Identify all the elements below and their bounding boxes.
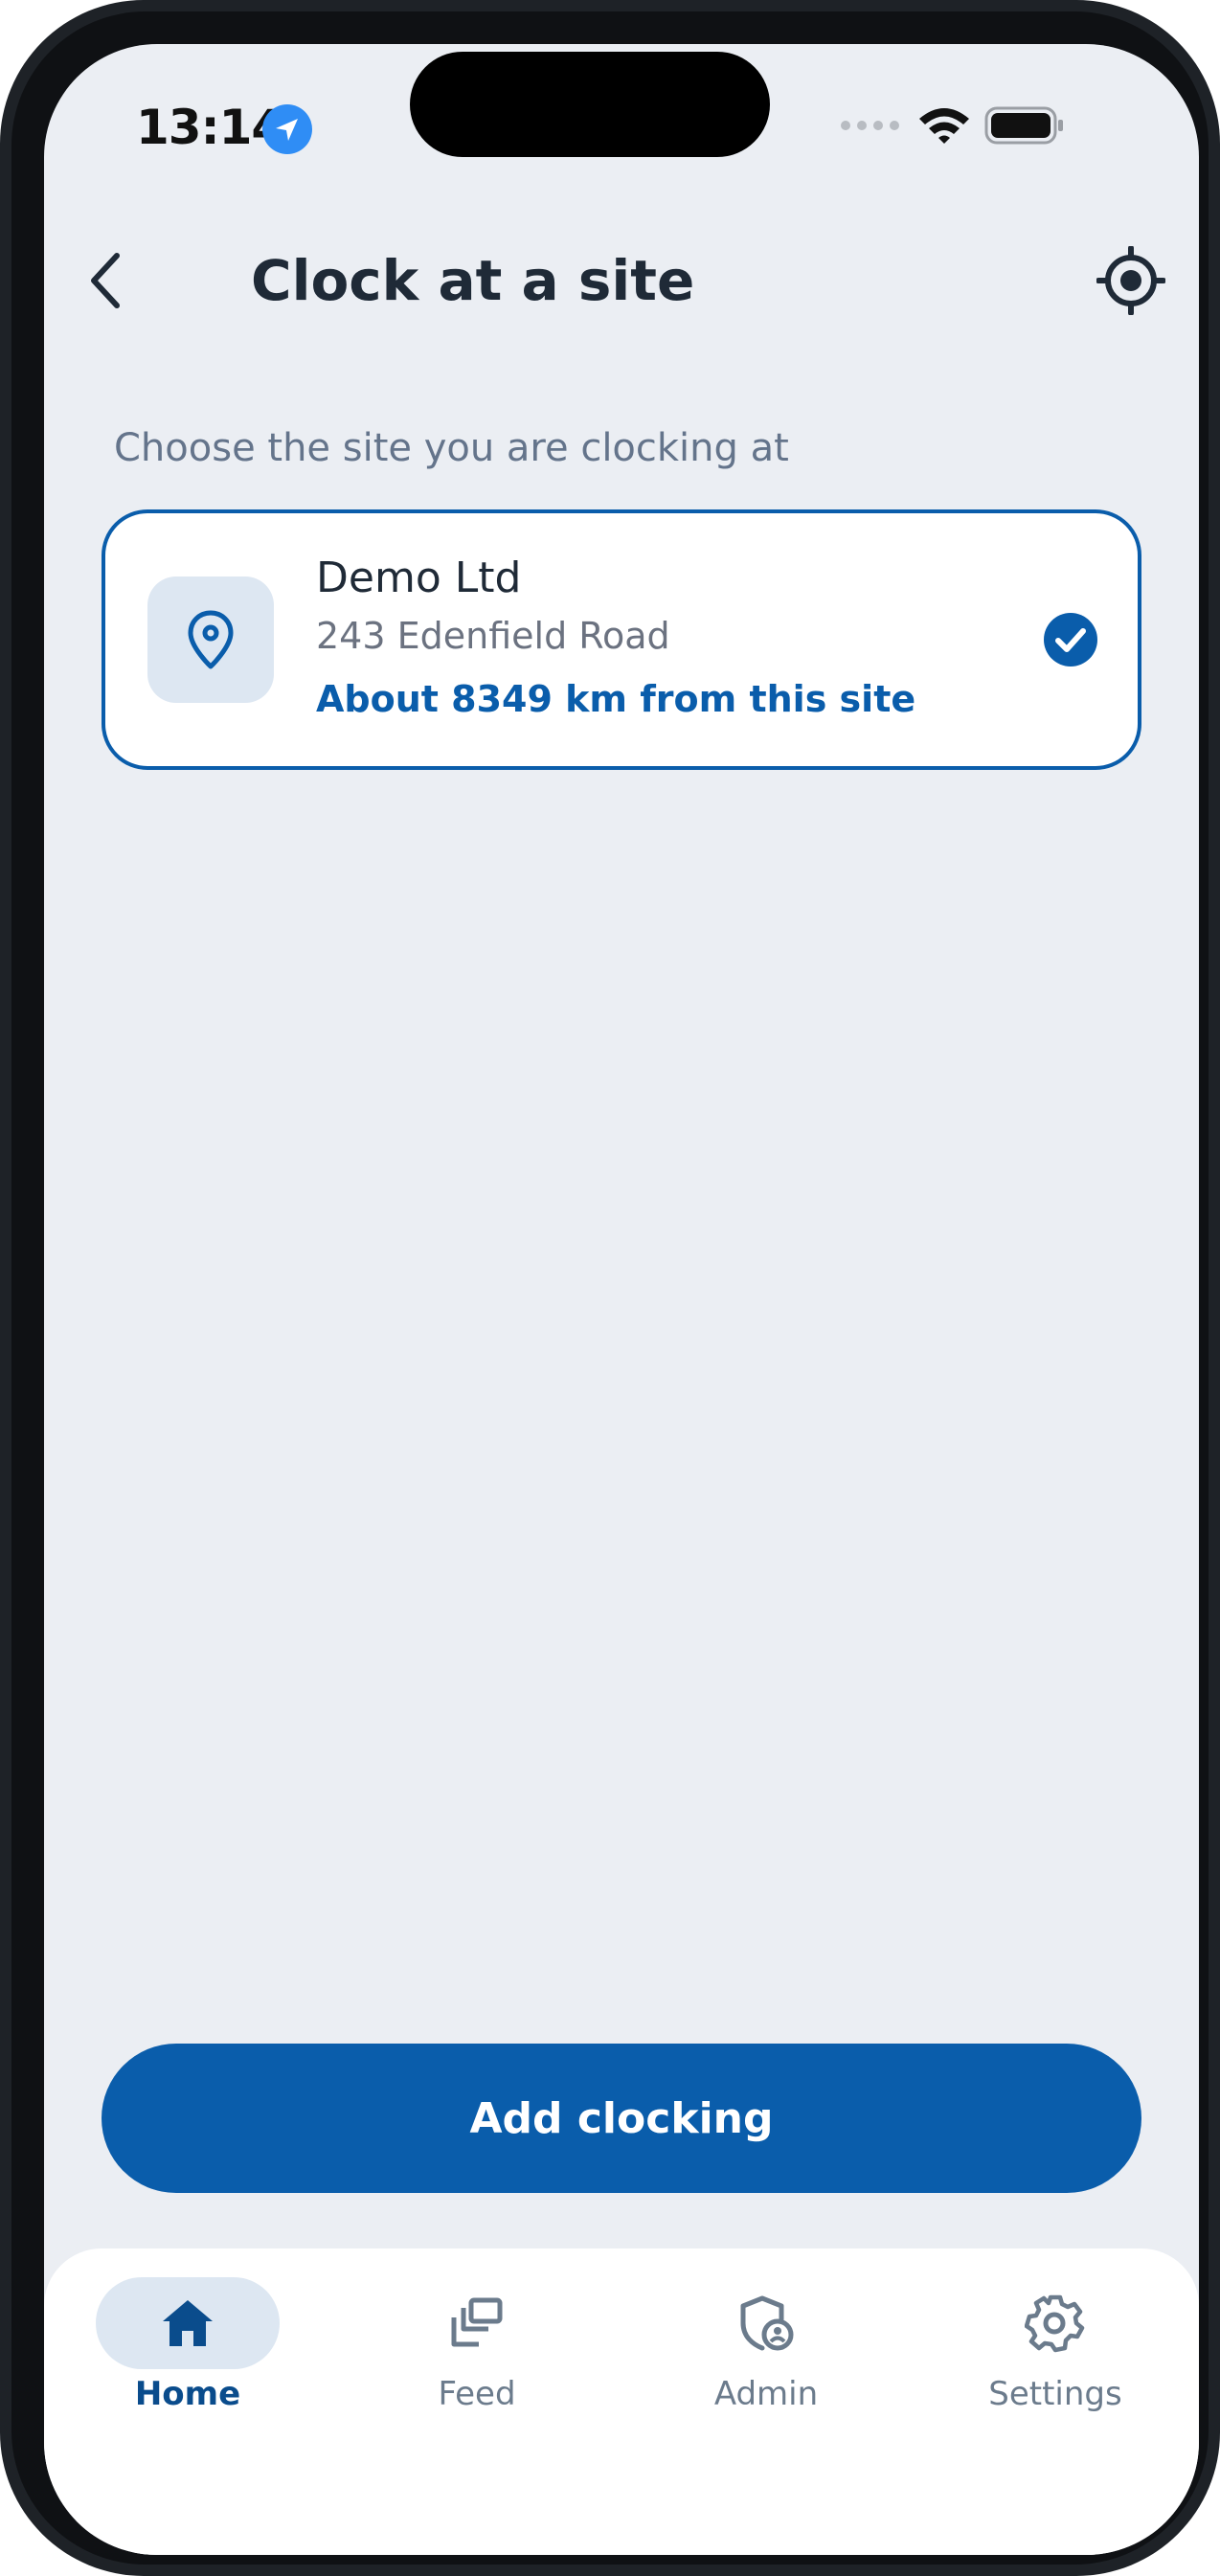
site-card[interactable]: Demo Ltd 243 Edenfield Road About 8349 k…: [102, 509, 1141, 770]
nav-item-feed[interactable]: Feed: [372, 2248, 582, 2440]
crosshair-icon: [1096, 246, 1165, 315]
nav-item-admin[interactable]: Admin: [661, 2248, 871, 2440]
home-icon: [163, 2300, 213, 2346]
feed-icon: [451, 2297, 503, 2347]
instruction-text: Choose the site you are clocking at: [114, 426, 789, 470]
wifi-icon: [919, 108, 969, 144]
nav-label-admin: Admin: [713, 2375, 819, 2413]
site-address: 243 Edenfield Road: [316, 615, 670, 657]
nav-icon-holder: [674, 2277, 858, 2369]
nav-active-indicator: [96, 2277, 280, 2369]
chevron-left-icon: [91, 253, 120, 308]
selected-check-icon: [1044, 613, 1097, 667]
site-name: Demo Ltd: [316, 554, 522, 602]
nav-label-feed: Feed: [438, 2375, 516, 2413]
nav-item-settings[interactable]: Settings: [950, 2248, 1161, 2440]
location-services-icon: [262, 104, 312, 154]
add-clocking-button[interactable]: Add clocking: [102, 2044, 1141, 2193]
cellular-signal-icon: [841, 121, 899, 130]
nav-label-home: Home: [134, 2375, 241, 2413]
app-screen: 13:14 Clock at a site Choose the site yo…: [44, 44, 1199, 2555]
bottom-navigation: Home Feed Admin Settings: [44, 2248, 1199, 2555]
nav-icon-holder: [963, 2277, 1147, 2369]
nav-icon-holder: [385, 2277, 569, 2369]
dynamic-island: [410, 52, 770, 157]
phone-frame: 13:14 Clock at a site Choose the site yo…: [0, 0, 1220, 2576]
phone-bezel: 13:14 Clock at a site Choose the site yo…: [11, 11, 1209, 2565]
back-button[interactable]: [69, 237, 146, 324]
page-title: Clock at a site: [251, 248, 695, 313]
nav-label-settings: Settings: [988, 2375, 1122, 2413]
map-pin-icon: [188, 610, 234, 669]
gear-icon: [1025, 2294, 1085, 2353]
admin-shield-icon: [740, 2295, 794, 2351]
site-icon-box: [147, 576, 274, 703]
nav-item-home[interactable]: Home: [82, 2248, 293, 2440]
battery-icon: [984, 106, 1063, 145]
locate-me-button[interactable]: [1088, 237, 1174, 324]
site-distance: About 8349 km from this site: [316, 678, 916, 720]
